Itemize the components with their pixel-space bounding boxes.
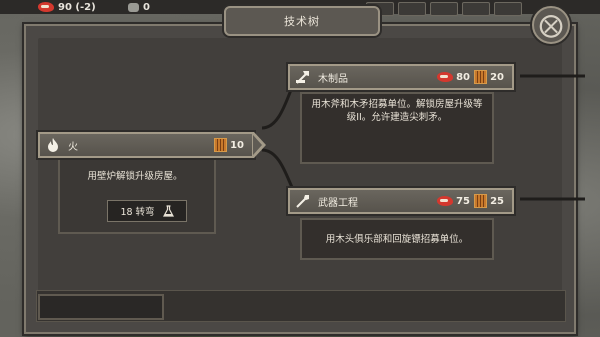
weapons-wood-cost: 25	[490, 195, 504, 207]
tech-node-woodwork[interactable]: 木制品 80 20	[288, 64, 514, 90]
woodwork-food-cost: 80	[456, 71, 470, 83]
tech-node-fire[interactable]: 火 10	[38, 132, 266, 158]
weapons-food-cost-group: 75	[437, 196, 470, 207]
woodwork-wood-cost-group: 20	[474, 70, 504, 84]
page-title: 技术树	[224, 6, 380, 36]
close-button[interactable]: ⨂	[532, 6, 570, 44]
meat-icon	[437, 72, 454, 82]
woodwork-description-card: 用木斧和木矛招募单位。解锁房屋升级等级II。允许建造尖刺矛。	[300, 92, 494, 164]
weapons-wood-cost-group: 25	[474, 194, 504, 208]
weapons-food-cost: 75	[456, 195, 470, 207]
wood-icon	[214, 138, 228, 152]
tech-node-weapons[interactable]: 武器工程 75 25	[288, 188, 514, 214]
turns-label: 18 转弯	[120, 207, 155, 218]
flame-icon	[44, 136, 62, 154]
close-icon: ⨂	[539, 11, 563, 39]
node-arrow-fill	[253, 135, 262, 155]
wood-icon	[474, 70, 488, 84]
woodwork-description: 用木斧和木矛招募单位。解锁房屋升级等级II。允许建造尖刺矛。	[311, 99, 483, 123]
weapons-description-card: 用木头俱乐部和回旋镖招募单位。	[300, 218, 494, 260]
flask-icon	[162, 205, 174, 217]
spear-icon	[294, 192, 312, 210]
tech-label-fire: 火	[68, 141, 78, 153]
tech-label-weapons: 武器工程	[318, 197, 358, 209]
fire-wood-cost: 10	[230, 139, 244, 151]
research-turns: 18 转弯	[107, 200, 187, 222]
axe-icon	[294, 68, 312, 86]
woodwork-wood-cost: 20	[490, 71, 504, 83]
fire-description: 用壁炉解锁升级房屋。	[87, 171, 183, 182]
wood-icon	[474, 194, 488, 208]
footer-info-box	[38, 294, 164, 320]
weapons-description: 用木头俱乐部和回旋镖招募单位。	[325, 233, 469, 245]
tech-label-woodwork: 木制品	[318, 73, 348, 85]
meat-icon	[437, 196, 454, 206]
fire-cost: 10	[214, 138, 244, 152]
woodwork-food-cost-group: 80	[437, 72, 470, 83]
